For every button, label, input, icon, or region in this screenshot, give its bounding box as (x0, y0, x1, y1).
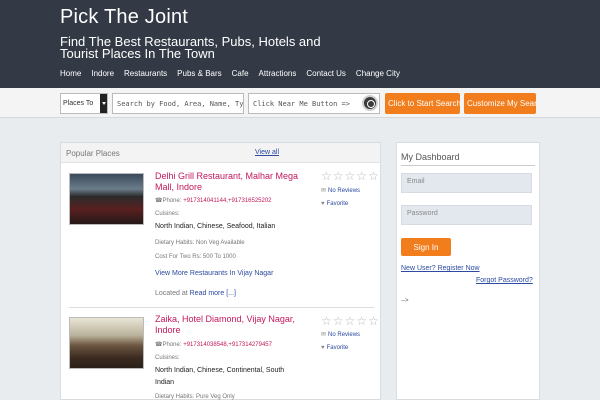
star-icon[interactable]: ☆ (321, 170, 332, 182)
divider (401, 165, 535, 166)
nav-restaurants[interactable]: Restaurants (124, 69, 167, 78)
place-phone: ☎Phone: +917314038548,+917314279457 (155, 341, 272, 348)
star-icon[interactable]: ☆ (368, 170, 379, 182)
place-type-select[interactable]: Places To (60, 93, 108, 114)
nav-contact-us[interactable]: Contact Us (306, 69, 346, 78)
rating-stars[interactable]: ☆ ☆ ☆ ☆ ☆ (321, 315, 379, 327)
favorite-label: Favorite (326, 201, 349, 207)
reviews-label: No Reviews (328, 188, 361, 194)
reviews-link[interactable]: ✉ No Reviews (321, 187, 360, 194)
star-icon[interactable]: ☆ (333, 170, 344, 182)
popular-places-panel: Popular Places View all Delhi Grill Rest… (60, 142, 381, 400)
cuisines-label: Cuisines: (155, 355, 180, 361)
sign-in-button[interactable]: Sign In (401, 238, 451, 256)
heart-icon: ♥ (321, 201, 325, 207)
located-prefix: Located at (155, 290, 188, 297)
panel-title: Popular Places (66, 149, 120, 158)
cuisines-list: North Indian, Chinese, Continental, Sout… (155, 367, 285, 386)
dashboard-title: My Dashboard (401, 152, 460, 162)
divider (69, 307, 374, 308)
nav-change-city[interactable]: Change City (356, 69, 400, 78)
near-me-input[interactable]: Click Near Me Button => (248, 93, 380, 114)
site-tagline: Find The Best Restaurants, Pubs, Hotels … (60, 34, 321, 61)
phone-label: Phone: (162, 342, 182, 348)
phone-number[interactable]: +917314041144,+917316525202 (183, 198, 271, 204)
reviews-label: No Reviews (328, 332, 361, 338)
favorite-link[interactable]: ♥ Favorite (321, 201, 348, 207)
dietary-habits: Dietary Habits: Non Veg Available (155, 240, 245, 246)
phone-number[interactable]: +917314038548,+917314279457 (183, 342, 272, 348)
email-field[interactable]: Email (401, 173, 532, 193)
star-icon[interactable]: ☆ (333, 315, 344, 327)
cuisines-list: North Indian, Chinese, Seafood, Italian (155, 223, 276, 230)
nav-indore[interactable]: Indore (91, 69, 114, 78)
nav-cafe[interactable]: Cafe (232, 69, 249, 78)
place-name[interactable]: Zaika, Hotel Diamond, Vijay Nagar, Indor… (155, 314, 305, 336)
nav-pubs-bars[interactable]: Pubs & Bars (177, 69, 221, 78)
comment-icon: ✉ (321, 188, 327, 194)
read-more-link[interactable]: Read more [...] (190, 290, 236, 297)
site-title[interactable]: Pick The Joint (60, 6, 188, 29)
forgot-password-link[interactable]: Forgot Password? (476, 277, 533, 284)
located-text: Located at Read more [...] (155, 290, 236, 297)
star-icon[interactable]: ☆ (345, 170, 356, 182)
register-link[interactable]: New User? Register Now (401, 265, 480, 272)
dropdown-arrow-icon (100, 94, 107, 113)
place-photo[interactable] (69, 173, 144, 225)
view-more-restaurants-link[interactable]: View More Restaurants In Vijay Nagar (155, 270, 273, 277)
dashboard-panel: My Dashboard Email Password Sign In New … (396, 142, 540, 400)
place-name[interactable]: Delhi Grill Restaurant, Malhar Mega Mall… (155, 171, 305, 193)
favorite-label: Favorite (326, 345, 349, 351)
phone-label: Phone: (162, 198, 182, 204)
crosshair-icon[interactable] (362, 95, 378, 111)
star-icon[interactable]: ☆ (356, 315, 367, 327)
place-type-value: Places To (63, 100, 94, 107)
star-icon[interactable]: ☆ (345, 315, 356, 327)
star-icon[interactable]: ☆ (321, 315, 332, 327)
nav-home[interactable]: Home (60, 69, 81, 78)
dietary-habits: Dietary Habits: Pure Veg Only (155, 394, 235, 400)
rating-stars[interactable]: ☆ ☆ ☆ ☆ ☆ (321, 170, 379, 182)
start-search-button[interactable]: Click to Start Search (385, 93, 460, 114)
panel-header: Popular Places View all (61, 143, 380, 163)
nav-attractions[interactable]: Attractions (259, 69, 297, 78)
favorite-link[interactable]: ♥ Favorite (321, 345, 348, 351)
cuisines-label: Cuisines: (155, 211, 180, 217)
password-field[interactable]: Password (401, 205, 532, 225)
heart-icon: ♥ (321, 345, 325, 351)
reviews-link[interactable]: ✉ No Reviews (321, 331, 360, 338)
cost-for-two: Cost For Two Rs: 500 To 1000 (155, 254, 236, 260)
arrow-text: --> (401, 298, 409, 304)
customize-search-button[interactable]: Customize My Search (464, 93, 536, 114)
comment-icon: ✉ (321, 332, 327, 338)
star-icon[interactable]: ☆ (368, 315, 379, 327)
site-header: Pick The Joint Find The Best Restaurants… (0, 0, 600, 88)
main-nav: Home Indore Restaurants Pubs & Bars Cafe… (60, 69, 410, 78)
place-photo[interactable] (69, 317, 144, 369)
star-icon[interactable]: ☆ (356, 170, 367, 182)
view-all-link[interactable]: View all (255, 149, 279, 156)
place-phone: ☎Phone: +917314041144,+917316525202 (155, 197, 272, 204)
search-bar: Places To Search by Food, Area, Name, Ty… (0, 88, 600, 118)
search-query-input[interactable]: Search by Food, Area, Name, Type (112, 93, 244, 114)
